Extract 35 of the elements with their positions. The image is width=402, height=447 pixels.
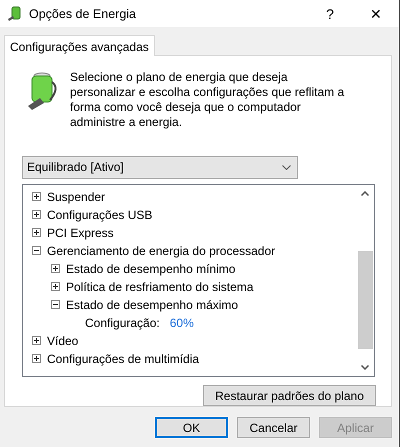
tree-item[interactable]: Configurações USB [47, 208, 152, 222]
description-text: Selecione o plano de energia que deseja personalizar e escolha configurações que reflitam a forma como você deseja que o computador administre a energia. [70, 70, 346, 130]
collapse-icon[interactable] [32, 246, 41, 256]
tree-item[interactable]: Configurações de multimídia [47, 352, 200, 366]
expand-icon[interactable] [51, 282, 60, 292]
dialog-button[interactable]: Cancelar [237, 417, 310, 438]
tree-item[interactable]: Política de resfriamento do sistema [66, 280, 254, 294]
setting-label: Configuração: [85, 316, 160, 330]
tree-item[interactable]: PCI Express [47, 226, 114, 240]
expand-icon[interactable] [32, 228, 41, 238]
expand-icon[interactable] [32, 210, 41, 220]
tree-item[interactable]: Estado de desempenho mínimo [66, 262, 236, 276]
restore-defaults-button[interactable]: Restaurar padrões do plano [203, 385, 376, 406]
scrollbar-thumb[interactable] [358, 250, 372, 349]
power-plug-icon [7, 6, 23, 22]
tree-item[interactable]: Vídeo [47, 334, 78, 348]
chevron-up-icon[interactable] [361, 190, 369, 196]
tree-item[interactable]: Estado de desempenho máximo [66, 298, 238, 312]
chevron-down-icon [282, 164, 291, 170]
tree-item[interactable]: Gerenciamento de energia do processador [47, 244, 276, 258]
expand-icon[interactable] [32, 336, 41, 346]
battery-plug-icon [26, 70, 58, 110]
collapse-icon[interactable] [51, 300, 60, 310]
expand-icon[interactable] [32, 354, 41, 364]
help-button[interactable]: ? [307, 0, 353, 27]
expand-icon[interactable] [32, 192, 41, 202]
expand-icon[interactable] [51, 264, 60, 274]
tree-item[interactable]: Suspender [47, 190, 106, 204]
plan-dropdown[interactable]: Equilibrado [Ativo] [22, 156, 298, 179]
window-title: Opções de Energia [29, 6, 138, 20]
close-button[interactable]: ✕ [353, 0, 399, 27]
tab[interactable]: Configurações avançadas [4, 35, 155, 56]
setting-value[interactable]: 60% [170, 316, 194, 330]
dialog-button[interactable]: OK [155, 417, 228, 438]
chevron-down-icon[interactable] [361, 365, 369, 370]
